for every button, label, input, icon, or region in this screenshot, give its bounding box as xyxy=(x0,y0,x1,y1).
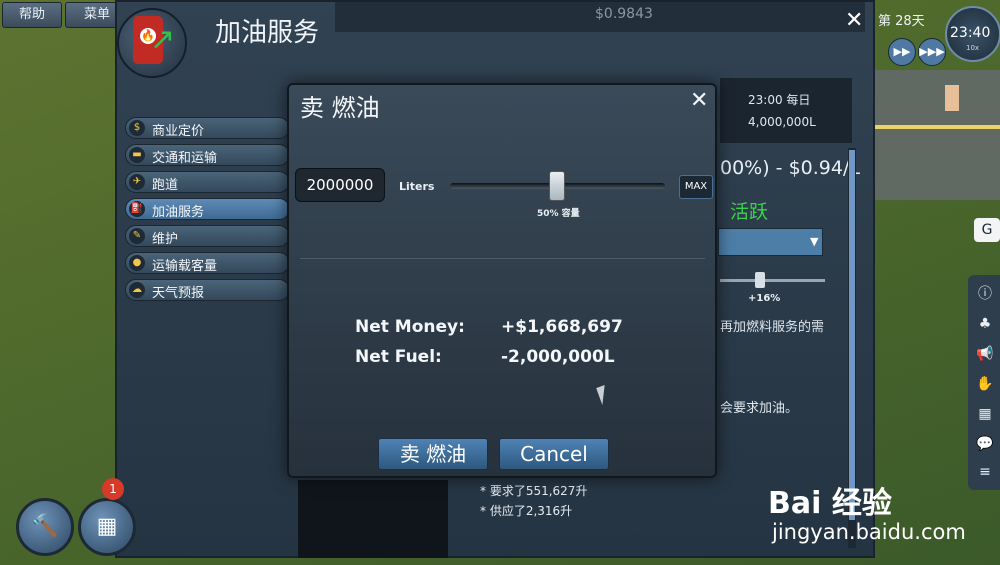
net-fuel-value: -2,000,000L xyxy=(501,347,615,367)
runway-icon: ✈ xyxy=(129,174,145,190)
sidebar-item-label: 跑道 xyxy=(152,178,179,193)
trend-arrow-icon: ↗ xyxy=(150,22,176,57)
clock-time: 23:40 xyxy=(950,25,991,41)
close-dialog-button[interactable]: ✕ xyxy=(690,88,708,113)
watermark-logo: Bai 经验 xyxy=(768,486,892,521)
fuel-icon: ⛽ xyxy=(129,201,145,217)
sidebar-item-label: 运输载客量 xyxy=(152,259,218,274)
cancel-button[interactable]: Cancel xyxy=(499,438,609,470)
sidebar-item-runway[interactable]: ✈ 跑道 xyxy=(125,171,290,193)
runway-marking xyxy=(875,125,1000,129)
sidebar-item-transport[interactable]: ▬ 交通和运输 xyxy=(125,144,290,166)
supplied-fuel: * 供应了2,316升 xyxy=(480,504,573,518)
notification-badge: 1 xyxy=(102,478,124,500)
chevron-down-icon: ▼ xyxy=(810,235,819,248)
liters-input[interactable] xyxy=(295,168,385,202)
sidebar-item-label: 加油服务 xyxy=(152,205,205,220)
price-slider-track[interactable] xyxy=(720,279,825,282)
tank-capacity: 4,000,000L xyxy=(748,115,816,129)
day-counter: 第 28天 xyxy=(878,14,925,29)
coin-icon: $ xyxy=(129,120,145,136)
fast-forward-button[interactable]: ▶▶ xyxy=(888,38,916,66)
runway xyxy=(875,70,1000,200)
max-button[interactable]: MAX xyxy=(679,175,713,199)
demand-note: 再加燃料服务的需 xyxy=(720,320,825,335)
divider xyxy=(300,258,705,259)
sidebar-item-pricing[interactable]: $ 商业定价 xyxy=(125,117,290,139)
g-button[interactable]: G xyxy=(974,218,1000,242)
help-button[interactable]: 帮助 xyxy=(2,2,62,28)
price-slider-handle[interactable] xyxy=(755,272,765,288)
net-money-value: +$1,668,697 xyxy=(501,317,623,337)
hammer-icon: 🔨 xyxy=(31,514,59,539)
grid-icon[interactable]: ▦ xyxy=(975,404,995,424)
sidebar-item-weather[interactable]: ☁ 天气预报 xyxy=(125,279,290,301)
status-badge: 活跃 xyxy=(730,201,769,223)
megaphone-icon[interactable]: 📢 xyxy=(975,344,995,364)
game-speed: 10x xyxy=(966,44,980,52)
dark-panel xyxy=(298,480,448,558)
car-icon: ▬ xyxy=(129,147,145,163)
close-window-button[interactable]: ✕ xyxy=(845,8,863,33)
fuel-price-text: 00%) - $0.94/L xyxy=(720,157,860,179)
chat-icon[interactable]: 💬 xyxy=(975,434,995,454)
leaf-icon[interactable]: ♣ xyxy=(975,314,995,334)
schedule-box xyxy=(720,78,852,143)
schedule-time: 23:00 每日 xyxy=(748,93,811,107)
info-icon[interactable]: ⓘ xyxy=(975,284,995,304)
floor-button[interactable]: ▦ xyxy=(78,498,136,556)
liters-label: Liters xyxy=(399,180,435,193)
sidebar-item-label: 天气预报 xyxy=(152,286,205,301)
fastest-forward-button[interactable]: ▶▶▶ xyxy=(918,38,946,66)
requested-fuel: * 要求了551,627升 xyxy=(480,484,588,498)
sidebar-item-label: 商业定价 xyxy=(152,124,205,139)
sidebar-item-fuel[interactable]: ⛽ 加油服务 xyxy=(125,198,290,220)
cloud-icon: ☁ xyxy=(129,282,145,298)
capacity-icon: ● xyxy=(129,255,145,271)
pricing-mode-dropdown[interactable] xyxy=(718,228,823,256)
refuel-note: 会要求加油。 xyxy=(720,401,799,416)
watermark-url: jingyan.baidu.com xyxy=(772,520,966,544)
control-tower xyxy=(945,85,959,111)
sidebar-item-label: 维护 xyxy=(152,232,179,247)
scrollbar-thumb[interactable] xyxy=(849,150,855,520)
grid-icon: ▦ xyxy=(96,514,118,539)
stat-price: $0.9843 xyxy=(595,6,653,22)
price-slider-value: +16% xyxy=(748,293,781,304)
liters-slider-handle[interactable] xyxy=(549,171,565,201)
sidebar-item-maintenance[interactable]: ✎ 维护 xyxy=(125,225,290,247)
net-money-label: Net Money: xyxy=(355,317,465,337)
window-title: 加油服务 xyxy=(215,18,320,48)
layers-icon[interactable]: ≡ xyxy=(975,462,995,482)
dialog-title: 卖 燃油 xyxy=(300,94,380,122)
hand-icon[interactable]: ✋ xyxy=(975,374,995,394)
sell-fuel-dialog xyxy=(287,83,717,478)
wrench-icon: ✎ xyxy=(129,228,145,244)
net-fuel-label: Net Fuel: xyxy=(355,347,442,367)
slider-caption: 50% 容量 xyxy=(537,209,580,219)
build-button[interactable]: 🔨 xyxy=(16,498,74,556)
sidebar-item-capacity[interactable]: ● 运输载客量 xyxy=(125,252,290,274)
sell-fuel-button[interactable]: 卖 燃油 xyxy=(378,438,488,470)
sidebar-item-label: 交通和运输 xyxy=(152,151,218,166)
